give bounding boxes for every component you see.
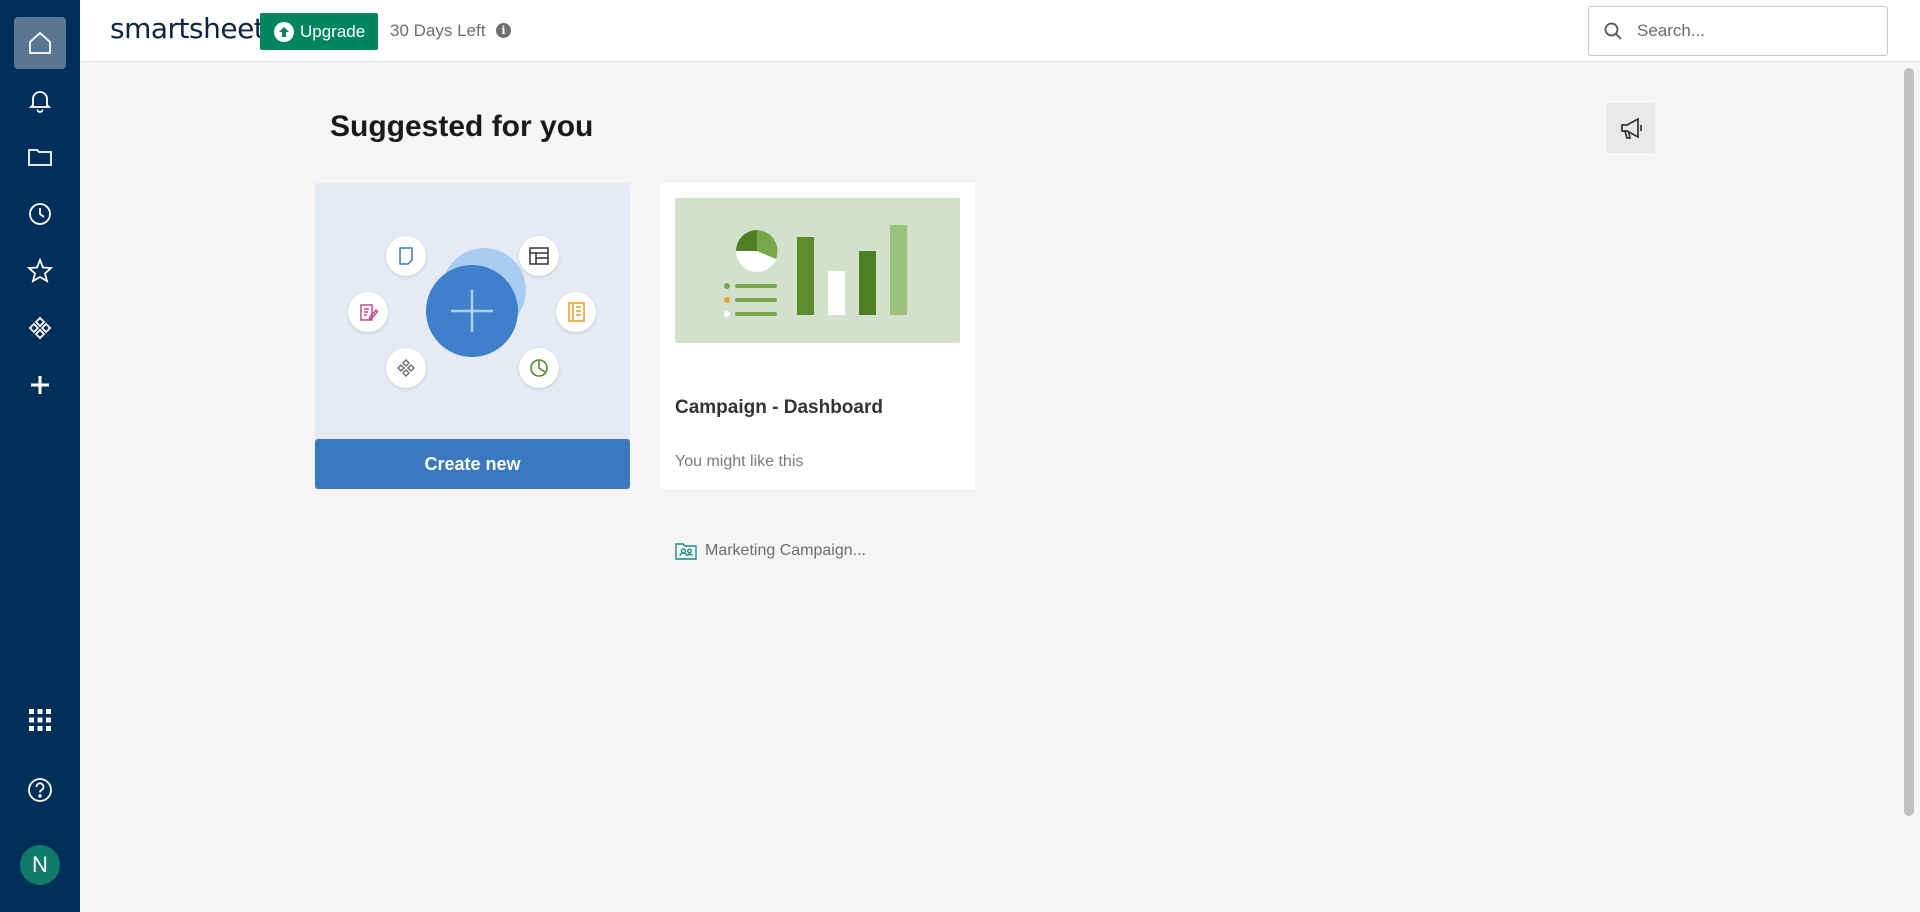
- grid-icon: [29, 709, 51, 731]
- workapps-button[interactable]: [14, 302, 66, 354]
- create-button[interactable]: [14, 359, 66, 411]
- suggestion-title[interactable]: Campaign - Dashboard: [675, 397, 883, 419]
- info-icon[interactable]: i: [496, 23, 511, 38]
- home-button[interactable]: [14, 17, 66, 69]
- megaphone-icon: [1620, 117, 1642, 139]
- recents-button[interactable]: [14, 188, 66, 240]
- workspace-icon: [675, 543, 697, 560]
- home-icon: [29, 31, 51, 54]
- folder-icon: [28, 149, 52, 166]
- dashboard-type-icon: [519, 348, 559, 388]
- create-new-button[interactable]: Create new: [315, 439, 630, 489]
- form-type-icon: [348, 292, 388, 332]
- help-icon: [28, 778, 52, 802]
- suggestion-card[interactable]: Marketing Campaign...: [660, 183, 975, 560]
- create-new-card[interactable]: Create new: [315, 183, 630, 489]
- clock-icon: [29, 203, 51, 225]
- left-nav-rail: N: [0, 0, 80, 912]
- workapp-type-icon: [386, 348, 426, 388]
- upgrade-arrow-icon: [274, 21, 294, 42]
- user-avatar[interactable]: N: [20, 845, 60, 885]
- smartsheet-logo[interactable]: smartsheet: [110, 12, 265, 45]
- sheet-type-icon: [386, 236, 426, 276]
- favorites-button[interactable]: [14, 245, 66, 297]
- upgrade-label: Upgrade: [300, 21, 366, 41]
- help-button[interactable]: [14, 764, 66, 816]
- grid-type-icon: [519, 236, 559, 276]
- search-icon: [1604, 22, 1622, 40]
- search-input[interactable]: [1637, 21, 1867, 41]
- star-icon: [26, 257, 54, 283]
- workapps-icon: [28, 316, 52, 340]
- suggestion-subtitle: You might like this: [675, 453, 804, 470]
- plus-icon: [31, 376, 49, 394]
- workspace-row: Marketing Campaign...: [675, 542, 866, 560]
- upgrade-button[interactable]: Upgrade: [260, 13, 378, 50]
- search-box[interactable]: [1588, 6, 1888, 56]
- page-title: Suggested for you: [330, 110, 594, 143]
- report-type-icon: [556, 292, 596, 332]
- top-header: smartsheet Upgrade 30 Days Left i: [80, 0, 1920, 62]
- announcements-button[interactable]: [1606, 103, 1655, 153]
- browse-button[interactable]: [14, 131, 66, 183]
- notifications-button[interactable]: [14, 74, 66, 126]
- scrollbar-thumb[interactable]: [1904, 68, 1914, 816]
- bell-icon: [28, 91, 52, 113]
- trial-days-left: 30 Days Left: [390, 21, 486, 40]
- workspace-name: Marketing Campaign...: [705, 542, 866, 559]
- dashboard-thumbnail: [675, 198, 960, 343]
- launcher-button[interactable]: [14, 694, 66, 746]
